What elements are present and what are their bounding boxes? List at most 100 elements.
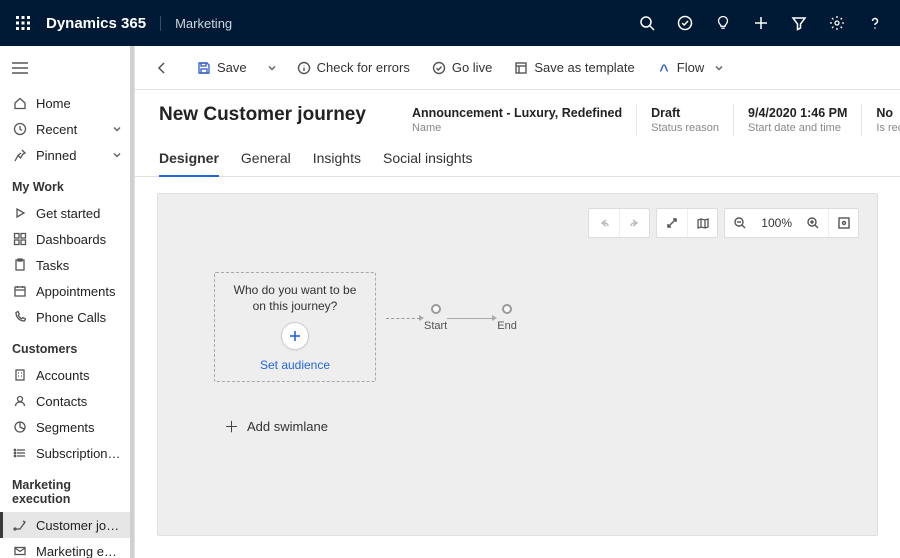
help-icon[interactable] bbox=[860, 8, 890, 38]
set-audience-link[interactable]: Set audience bbox=[260, 358, 330, 372]
nav-subscription-lists[interactable]: Subscription lists bbox=[0, 440, 134, 466]
audience-placeholder: Who do you want to be on this journey? S… bbox=[214, 272, 376, 382]
search-icon[interactable] bbox=[632, 8, 662, 38]
nav-label: Subscription lists bbox=[36, 446, 124, 461]
meta-status[interactable]: DraftStatus reason bbox=[636, 104, 733, 136]
meta-start[interactable]: 9/4/2020 1:46 PMStart date and time bbox=[733, 104, 861, 136]
nav-tasks[interactable]: Tasks bbox=[0, 252, 134, 278]
nav-dashboards[interactable]: Dashboards bbox=[0, 226, 134, 252]
meta-name[interactable]: Announcement - Luxury, RedefinedName bbox=[398, 104, 636, 136]
save-split[interactable] bbox=[261, 53, 283, 83]
start-node[interactable]: Start bbox=[424, 304, 447, 332]
nav-label: Get started bbox=[36, 206, 124, 221]
section-my-work: My Work bbox=[0, 168, 134, 200]
pin-icon bbox=[12, 148, 28, 162]
settings-icon[interactable] bbox=[822, 8, 852, 38]
tab-general[interactable]: General bbox=[241, 150, 291, 176]
journey-flow: Start End bbox=[386, 304, 517, 332]
flow-icon bbox=[657, 61, 671, 75]
tab-insights[interactable]: Insights bbox=[313, 150, 361, 176]
nav-phone-calls[interactable]: Phone Calls bbox=[0, 304, 134, 330]
global-topbar: Dynamics 365 Marketing bbox=[0, 0, 900, 46]
fit-button[interactable] bbox=[828, 209, 858, 237]
clipboard-icon bbox=[12, 258, 28, 272]
segments-icon bbox=[12, 420, 28, 434]
add-icon[interactable] bbox=[746, 8, 776, 38]
add-audience-button[interactable] bbox=[281, 322, 309, 350]
nav-segments[interactable]: Segments bbox=[0, 414, 134, 440]
nav-appointments[interactable]: Appointments bbox=[0, 278, 134, 304]
nav-marketing-emails[interactable]: Marketing emails bbox=[0, 538, 134, 558]
home-icon bbox=[12, 96, 28, 110]
check-errors-button[interactable]: Check for errors bbox=[289, 53, 418, 83]
record-header: New Customer journey Announcement - Luxu… bbox=[135, 90, 900, 136]
sidebar-nav: Home Recent Pinned My Work Get started D… bbox=[0, 90, 134, 558]
nav-home[interactable]: Home bbox=[0, 90, 134, 116]
go-live-button[interactable]: Go live bbox=[424, 53, 500, 83]
cmd-label: Check for errors bbox=[317, 60, 410, 75]
designer-canvas[interactable]: 100% Who do you want to be on this journ… bbox=[157, 193, 878, 536]
dashboard-icon bbox=[12, 232, 28, 246]
end-node[interactable]: End bbox=[497, 304, 517, 332]
nav-recent[interactable]: Recent bbox=[0, 116, 134, 142]
section-marketing-execution: Marketing execution bbox=[0, 466, 134, 512]
nav-get-started[interactable]: Get started bbox=[0, 200, 134, 226]
nav-contacts[interactable]: Contacts bbox=[0, 388, 134, 414]
play-icon bbox=[12, 206, 28, 220]
zoom-out-button[interactable] bbox=[725, 209, 755, 237]
chevron-down-icon bbox=[714, 63, 724, 73]
zoom-in-button[interactable] bbox=[798, 209, 828, 237]
phone-icon bbox=[12, 310, 28, 324]
cmd-label: Save as template bbox=[534, 60, 634, 75]
plus-icon: ＋ bbox=[224, 416, 239, 437]
nav-accounts[interactable]: Accounts bbox=[0, 362, 134, 388]
nav-label: Segments bbox=[36, 420, 124, 435]
save-as-template-button[interactable]: Save as template bbox=[506, 53, 642, 83]
undo-button[interactable] bbox=[589, 209, 619, 237]
nav-label: Pinned bbox=[36, 148, 102, 163]
minimap-button[interactable] bbox=[687, 209, 717, 237]
plus-icon bbox=[288, 329, 302, 343]
waffle-icon bbox=[16, 16, 30, 30]
app-name[interactable]: Marketing bbox=[160, 16, 232, 31]
nav-pinned[interactable]: Pinned bbox=[0, 142, 134, 168]
fullscreen-button[interactable] bbox=[657, 209, 687, 237]
command-bar: Save Check for errors Go live Save as te… bbox=[135, 46, 900, 90]
zoom-level: 100% bbox=[755, 209, 798, 237]
record-tabs: Designer General Insights Social insight… bbox=[135, 136, 900, 177]
sidebar-toggle[interactable] bbox=[0, 46, 134, 90]
check-circle-icon bbox=[432, 61, 446, 75]
global-actions bbox=[632, 8, 890, 38]
nav-label: Appointments bbox=[36, 284, 124, 299]
brand: Dynamics 365 Marketing bbox=[46, 15, 232, 32]
app-launcher[interactable] bbox=[10, 16, 36, 30]
tab-designer[interactable]: Designer bbox=[159, 150, 219, 176]
nav-label: Marketing emails bbox=[36, 544, 124, 558]
list-icon bbox=[12, 446, 28, 460]
sidebar-scrollbar[interactable] bbox=[130, 46, 134, 558]
meta-recurring[interactable]: NoIs recurring bbox=[861, 104, 900, 136]
tab-social-insights[interactable]: Social insights bbox=[383, 150, 473, 176]
flow-connector bbox=[447, 318, 493, 319]
nav-label: Contacts bbox=[36, 394, 124, 409]
back-button[interactable] bbox=[145, 53, 179, 83]
section-customers: Customers bbox=[0, 330, 134, 362]
filter-icon[interactable] bbox=[784, 8, 814, 38]
building-icon bbox=[12, 368, 28, 382]
undo-icon bbox=[597, 216, 611, 230]
add-swimlane-label: Add swimlane bbox=[247, 419, 328, 434]
redo-button[interactable] bbox=[619, 209, 649, 237]
nav-label: Recent bbox=[36, 122, 102, 137]
chevron-down-icon bbox=[110, 124, 124, 134]
cmd-label: Flow bbox=[677, 60, 704, 75]
nav-customer-journeys[interactable]: Customer journeys bbox=[0, 512, 134, 538]
flow-button[interactable]: Flow bbox=[649, 53, 732, 83]
task-icon[interactable] bbox=[670, 8, 700, 38]
save-button[interactable]: Save bbox=[189, 53, 255, 83]
add-swimlane-button[interactable]: ＋ Add swimlane bbox=[224, 416, 328, 437]
template-icon bbox=[514, 61, 528, 75]
map-icon bbox=[696, 216, 710, 230]
nav-label: Dashboards bbox=[36, 232, 124, 247]
lightbulb-icon[interactable] bbox=[708, 8, 738, 38]
nav-label: Phone Calls bbox=[36, 310, 124, 325]
